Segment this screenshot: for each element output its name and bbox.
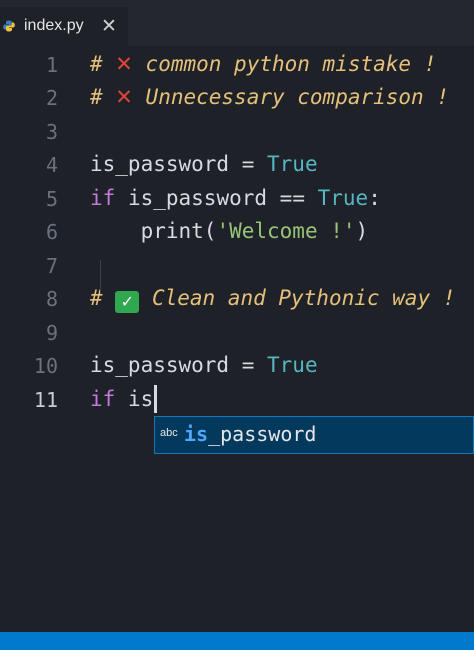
operator: = [229,353,268,377]
line-number: 4 [45,153,58,177]
comment-body: Unnecessary comparison ! [132,85,449,109]
keyword: if [90,186,116,210]
identifier: is_password [90,353,230,377]
line-number: 7 [45,254,58,278]
line-number: 3 [45,120,58,144]
identifier: is_password [90,152,230,176]
operator: = [229,152,268,176]
code-text: if is [90,387,153,411]
tab-index-py[interactable]: index.py ✕ [0,7,128,46]
constant: True [267,353,318,377]
autocomplete-suggestion[interactable]: abc is_password [154,416,474,454]
code-line-active: 11 if is [0,383,474,417]
code-text: if is_password == True: [90,186,381,210]
line-number: 9 [45,321,58,345]
code-line: 1 # ✕ common python mistake ! [0,48,474,82]
code-text: is_password = True [90,353,318,377]
line-number: 1 [45,53,58,77]
status-bar [0,632,474,650]
code-editor[interactable]: 1 # ✕ common python mistake ! 2 # ✕ Unne… [0,46,474,632]
code-line: 8 # ✓ Clean and Pythonic way ! [0,282,474,316]
code-line: 5 if is_password == True: [0,182,474,216]
comment-hash: # [90,286,116,310]
colon: : [368,186,381,210]
code-line: 4 is_password = True [0,148,474,182]
cross-icon: ✕ [115,85,133,109]
cross-icon: ✕ [115,52,133,76]
constant: True [267,152,318,176]
comment-text: # ✕ Unnecessary comparison ! [90,85,449,109]
text-kind-icon: abc [160,427,178,439]
checkmark-icon: ✓ [115,291,140,313]
comment-body: Clean and Pythonic way ! [139,286,456,310]
code-line: 7 [0,249,474,283]
line-number: 2 [45,86,58,110]
line-number: 6 [45,220,58,244]
comment-text: # ✕ common python mistake ! [90,52,436,76]
suggestion-label: is_password [184,422,316,446]
function-call: print( [140,219,217,243]
tab-filename: index.py [24,17,84,34]
python-icon [3,20,15,32]
suggestion-match: is [184,422,209,446]
code-line: 3 [0,115,474,149]
line-number: 11 [33,388,58,412]
close-icon[interactable]: ✕ [101,15,117,38]
comment-body: common python mistake ! [132,52,437,76]
code-line: 10 is_password = True [0,349,474,383]
line-number: 8 [45,287,58,311]
comment-text: # ✓ Clean and Pythonic way ! [90,286,455,313]
identifier: is_password [115,186,280,210]
code-line: 2 # ✕ Unnecessary comparison ! [0,81,474,115]
code-line: 9 [0,316,474,350]
code-text: print('Welcome !') [90,219,369,243]
line-number: 10 [33,354,58,378]
operator: == [279,186,305,210]
line-number: 5 [45,187,58,211]
tab-bar: index.py ✕ [0,0,474,46]
suggestion-rest: _password [208,422,317,446]
code-text: is_password = True [90,152,318,176]
string-literal: 'Welcome !' [216,219,356,243]
indent-guide [100,260,101,294]
constant: True [317,186,369,210]
comment-hash: # [90,85,116,109]
identifier: is [115,387,154,411]
code-line: 6 print('Welcome !') [0,215,474,249]
paren: ) [355,219,369,243]
comment-hash: # [90,52,116,76]
keyword: if [90,387,116,411]
text-cursor [154,385,157,413]
